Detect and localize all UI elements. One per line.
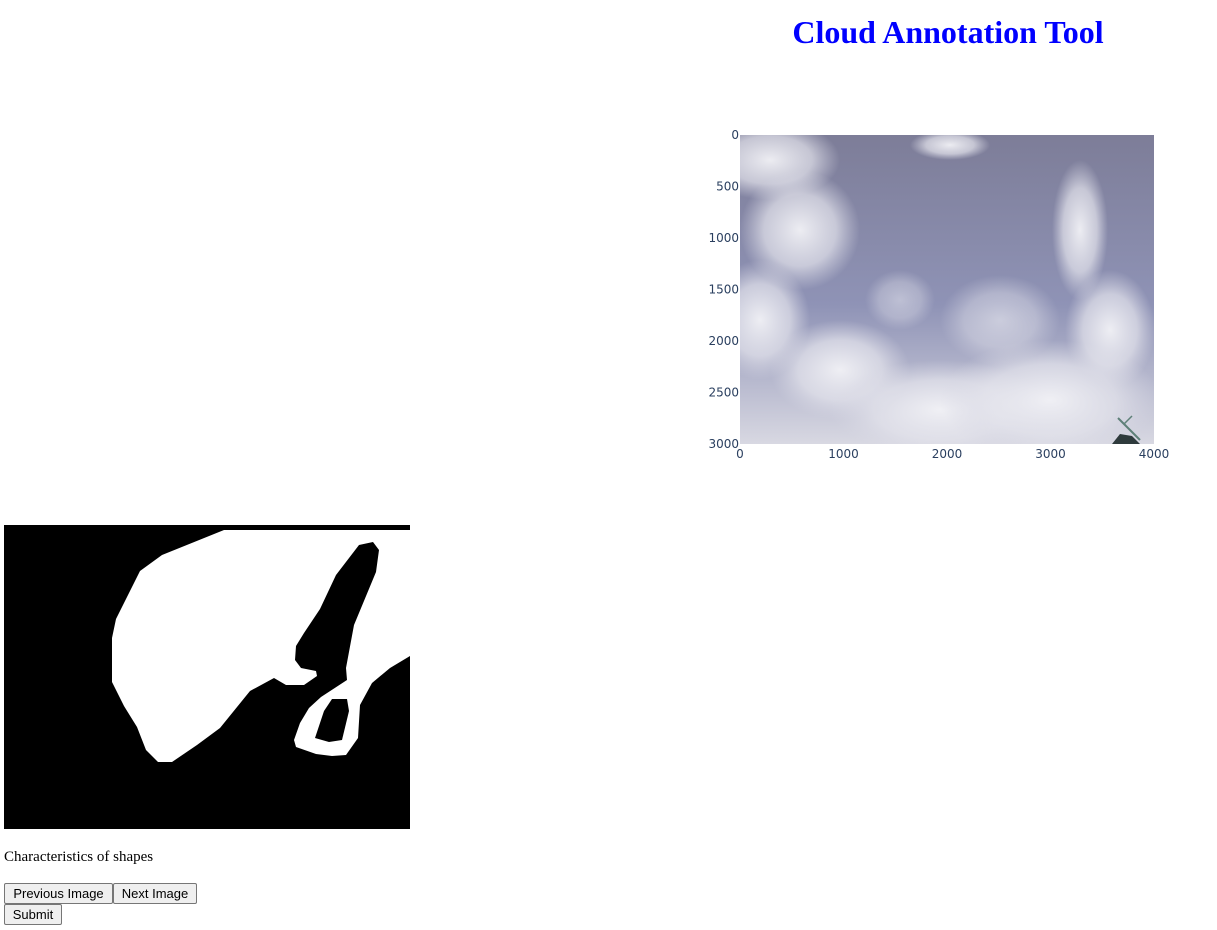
submit-button[interactable]: Submit [4,904,62,925]
y-tick-label: 3000 [708,437,739,451]
y-tick-label: 1000 [708,231,739,245]
x-tick-label: 4000 [1139,447,1170,461]
y-tick-label: 2000 [708,334,739,348]
segmentation-mask [4,525,410,829]
y-tick-label: 2500 [708,386,739,400]
shape-characteristics-label: Characteristics of shapes [4,849,154,865]
x-tick-label: 2000 [932,447,963,461]
y-axis-ticks: 0 500 1000 1500 2000 2500 3000 [708,128,739,451]
y-tick-label: 500 [716,180,739,194]
x-tick-label: 1000 [828,447,859,461]
next-image-button[interactable]: Next Image [113,883,197,904]
y-tick-label: 0 [731,128,739,142]
image-viewer-plot[interactable]: 0 1000 2000 3000 4000 0 500 1000 1500 2000 2500 30… [700,120,1180,470]
app-title: Cloud Annotation Tool [792,14,1104,50]
previous-image-button[interactable]: Previous Image [4,883,113,904]
x-axis-ticks: 0 1000 2000 3000 4000 [736,447,1169,461]
y-tick-label: 1500 [708,283,739,297]
sky-image [740,135,1154,444]
x-tick-label: 3000 [1035,447,1066,461]
